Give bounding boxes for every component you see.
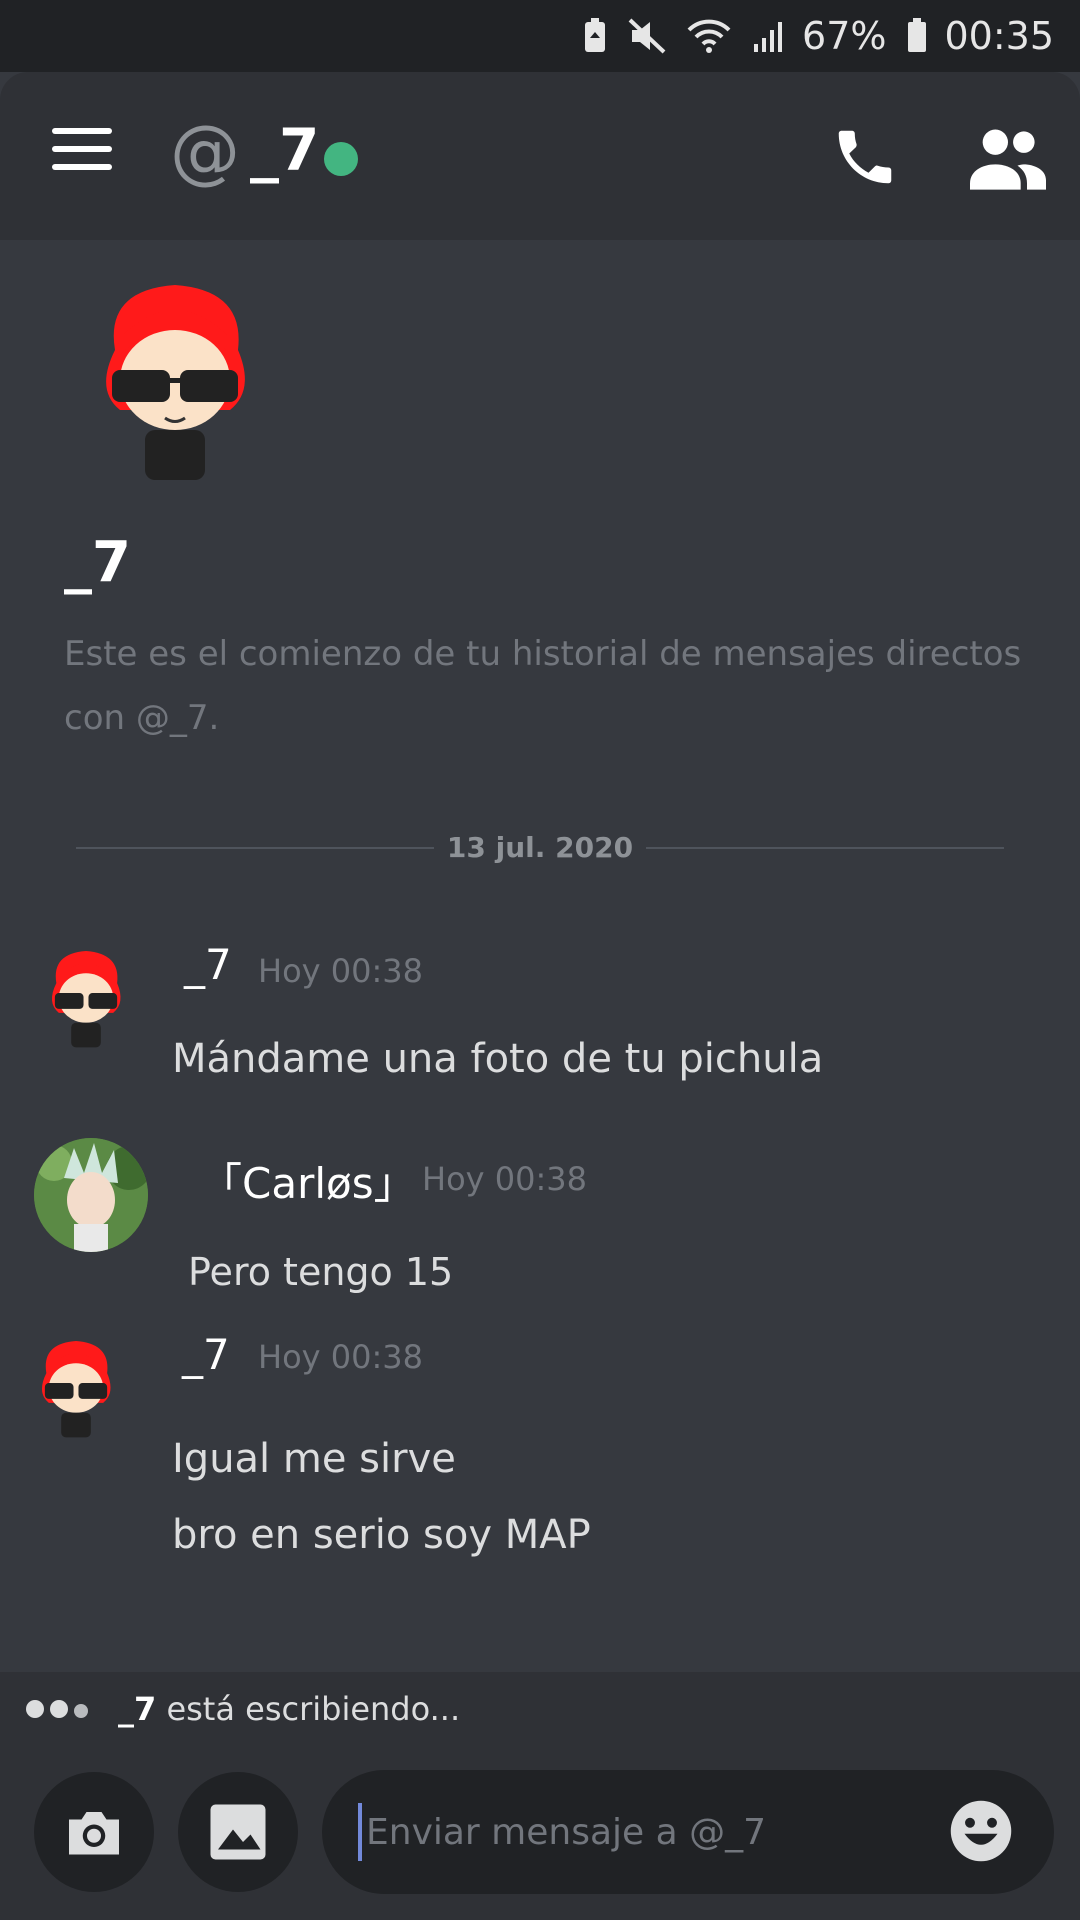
- hamburger-icon-line: [52, 164, 112, 170]
- profile-avatar-large[interactable]: [90, 280, 260, 480]
- at-icon: @: [170, 110, 240, 192]
- typing-dots-icon: [26, 1700, 94, 1722]
- typing-label: está escribiendo...: [156, 1690, 461, 1728]
- message-timestamp: Hoy 00:38: [258, 952, 423, 990]
- emoji-icon: [950, 1800, 1012, 1862]
- text-caret: [358, 1803, 362, 1861]
- signal-icon: [752, 18, 786, 54]
- typing-text: _7 está escribiendo...: [118, 1690, 460, 1728]
- typing-user: _7: [118, 1690, 157, 1728]
- battery-percent: 67%: [802, 14, 887, 58]
- message-author[interactable]: _7: [184, 940, 232, 989]
- status-bar: 67% 00:35: [0, 0, 1080, 72]
- camera-button[interactable]: [34, 1772, 154, 1892]
- mute-icon: [628, 18, 666, 54]
- battery-saver-icon: [582, 18, 608, 54]
- avatar[interactable]: [44, 948, 128, 1048]
- image-icon: [210, 1804, 266, 1860]
- message-text: Igual me sirve: [172, 1436, 456, 1482]
- welcome-username: _7: [64, 530, 131, 595]
- message-timestamp: Hoy 00:38: [258, 1338, 423, 1376]
- online-status-indicator: [324, 142, 358, 176]
- wifi-icon: [686, 18, 732, 54]
- members-button[interactable]: [970, 126, 1046, 190]
- gallery-button[interactable]: [178, 1772, 298, 1892]
- welcome-description: Este es el comienzo de tu historial de m…: [64, 634, 1022, 738]
- message-text: bro en serio soy MAP: [172, 1512, 591, 1558]
- avatar[interactable]: [34, 1336, 118, 1440]
- call-button[interactable]: [830, 122, 900, 192]
- message-author[interactable]: _7: [182, 1330, 230, 1379]
- battery-icon: [906, 18, 928, 54]
- emoji-button[interactable]: [948, 1798, 1014, 1864]
- people-icon: [970, 129, 1046, 190]
- menu-button[interactable]: [52, 128, 112, 176]
- message-composer: Enviar mensaje a @_7: [0, 1746, 1080, 1920]
- message-text: Mándame una foto de tu pichula: [172, 1036, 824, 1082]
- channel-header: @ _7: [0, 72, 1080, 240]
- message-input-placeholder: Enviar mensaje a @_7: [366, 1811, 767, 1853]
- hamburger-icon: [52, 128, 112, 134]
- typing-indicator: _7 está escribiendo...: [0, 1672, 1080, 1746]
- phone-icon: [838, 130, 892, 184]
- date-divider: 13 jul. 2020: [76, 830, 1004, 864]
- message-author[interactable]: 「Carløs」: [200, 1150, 416, 1211]
- camera-icon: [69, 1812, 119, 1855]
- hamburger-icon-line: [52, 146, 112, 152]
- message-text: Pero tengo 15: [188, 1250, 454, 1294]
- channel-title: _7: [250, 116, 320, 184]
- avatar[interactable]: [34, 1138, 148, 1252]
- clock: 00:35: [944, 14, 1054, 58]
- divider-line: [646, 847, 1004, 849]
- message-timestamp: Hoy 00:38: [422, 1160, 587, 1198]
- message-input[interactable]: Enviar mensaje a @_7: [322, 1770, 1054, 1894]
